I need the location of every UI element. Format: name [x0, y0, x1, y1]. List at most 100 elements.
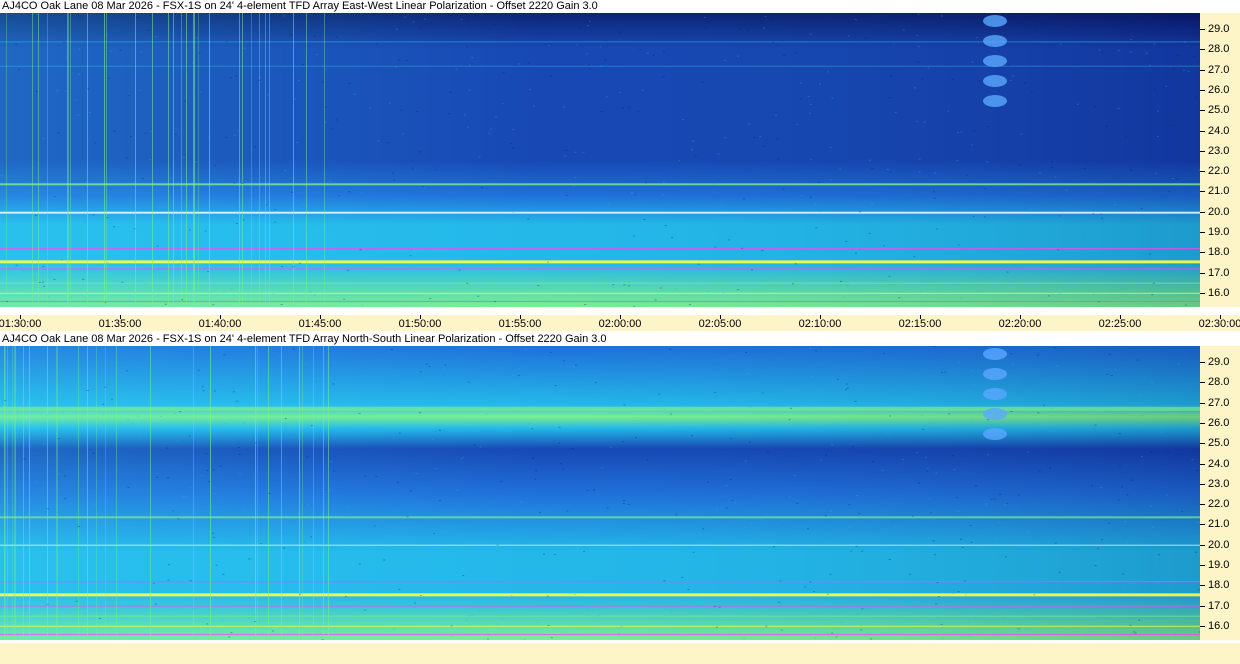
- noise-speck: [479, 446, 482, 448]
- y-tick-label: 24.0: [1208, 457, 1230, 470]
- noise-speck: [243, 509, 246, 511]
- noise-speck: [1108, 522, 1111, 524]
- noise-speck: [917, 61, 920, 63]
- noise-speck: [1012, 75, 1015, 77]
- noise-speck: [807, 95, 810, 97]
- noise-speck: [558, 442, 561, 444]
- noise-speck: [565, 149, 568, 151]
- sferic-line: [186, 13, 187, 307]
- chart-title-east-west: AJ4CO Oak Lane 08 Mar 2026 - FSX-1S on 2…: [2, 0, 598, 13]
- noise-speck: [961, 547, 964, 549]
- spectrogram-east-west: [0, 13, 1200, 307]
- y-axis-north-south: 29.0 28.0 27.0 26.0 25.0 24.0 23.0 22.0 21.0 20.0…: [1200, 346, 1240, 640]
- noise-speck: [292, 348, 295, 350]
- noise-speck: [136, 16, 139, 18]
- noise-speck: [485, 413, 488, 415]
- noise-speck: [181, 496, 184, 498]
- noise-speck: [310, 536, 313, 538]
- y-tick-label: 21.0: [1208, 518, 1230, 531]
- noise-speck: [663, 580, 666, 582]
- sferic-line: [194, 13, 195, 307]
- noise-speck: [391, 349, 394, 351]
- noise-speck: [1184, 304, 1187, 306]
- noise-speck: [438, 429, 441, 431]
- noise-speck: [243, 188, 246, 190]
- sferic-line: [15, 346, 16, 640]
- y-tick-label: 27.0: [1208, 63, 1230, 76]
- noise-speck: [1157, 110, 1160, 112]
- noise-speck: [1100, 213, 1103, 215]
- noise-speck: [603, 241, 606, 243]
- sferic-line: [239, 13, 240, 307]
- noise-speck: [1092, 293, 1095, 295]
- noise-speck: [233, 134, 236, 136]
- noise-speck: [982, 546, 985, 548]
- y-tick-label: 25.0: [1208, 437, 1230, 450]
- noise-speck: [803, 586, 806, 588]
- y-tick: [1200, 130, 1205, 132]
- noise-speck: [889, 171, 892, 173]
- noise-speck: [392, 628, 395, 630]
- y-tick-label: 29.0: [1208, 23, 1230, 36]
- noise-speck: [618, 632, 621, 634]
- noise-speck: [235, 75, 238, 77]
- noise-speck: [889, 75, 892, 77]
- noise-speck: [184, 100, 187, 102]
- noise-speck: [1051, 161, 1054, 163]
- noise-speck: [306, 504, 309, 506]
- noise-speck: [670, 611, 673, 613]
- noise-speck: [845, 383, 848, 385]
- noise-speck: [539, 511, 542, 513]
- noise-speck: [1096, 548, 1099, 550]
- interference-line: [0, 41, 1200, 43]
- noise-speck: [310, 425, 313, 427]
- noise-speck: [940, 623, 943, 625]
- noise-speck: [1158, 554, 1161, 556]
- x-tick-label: 02:10:00: [798, 318, 842, 330]
- noise-speck: [1027, 531, 1030, 533]
- noise-speck: [1117, 107, 1120, 109]
- noise-speck: [157, 227, 160, 229]
- interference-line: [0, 292, 1200, 294]
- noise-speck: [202, 559, 205, 561]
- noise-speck: [807, 528, 810, 530]
- noise-speck: [321, 639, 324, 640]
- noise-speck: [1110, 374, 1113, 376]
- noise-speck: [457, 268, 460, 270]
- noise-speck: [64, 475, 67, 477]
- noise-speck: [1155, 561, 1158, 563]
- noise-speck: [1058, 215, 1061, 217]
- interference-line: [0, 406, 1200, 411]
- y-tick-label: 29.0: [1208, 356, 1230, 369]
- noise-speck: [98, 617, 101, 619]
- noise-speck: [147, 29, 150, 31]
- noise-speck: [215, 564, 218, 566]
- noise-speck: [576, 44, 579, 46]
- noise-speck: [848, 504, 851, 506]
- noise-speck: [35, 214, 38, 216]
- noise-speck: [213, 390, 216, 392]
- noise-speck: [746, 29, 749, 31]
- noise-speck: [174, 133, 177, 135]
- noise-speck: [486, 252, 489, 254]
- noise-speck: [1056, 365, 1059, 367]
- sferic-line: [5, 346, 6, 640]
- noise-speck: [748, 251, 751, 253]
- noise-speck: [1171, 306, 1174, 307]
- noise-speck: [933, 190, 936, 192]
- noise-speck: [1002, 621, 1005, 623]
- sferic-line: [105, 346, 106, 640]
- noise-speck: [606, 507, 609, 509]
- sferic-line: [32, 13, 33, 307]
- chart-title-north-south: AJ4CO Oak Lane 08 Mar 2026 - FSX-1S on 2…: [2, 333, 607, 346]
- noise-speck: [372, 14, 375, 16]
- noise-speck: [127, 95, 130, 97]
- noise-speck: [1012, 364, 1015, 366]
- noise-speck: [6, 300, 9, 302]
- noise-speck: [923, 224, 926, 226]
- y-tick: [1200, 29, 1205, 31]
- noise-speck: [711, 183, 714, 185]
- noise-speck: [697, 263, 700, 265]
- noise-speck: [633, 305, 636, 307]
- noise-speck: [562, 468, 565, 470]
